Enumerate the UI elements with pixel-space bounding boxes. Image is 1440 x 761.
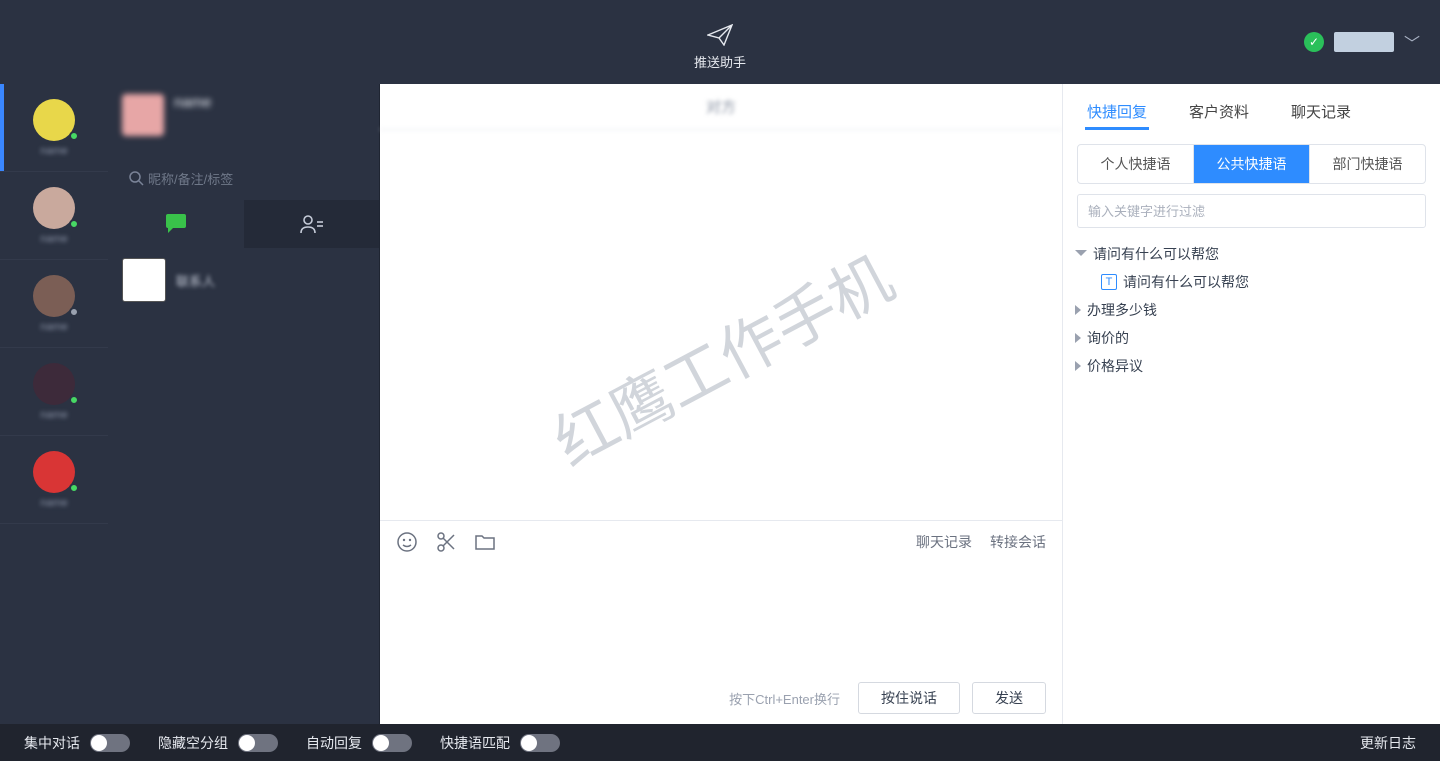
tree-node-collapsed[interactable]: 询价的 [1071, 324, 1432, 352]
avatar [33, 363, 75, 405]
send-hint: 按下Ctrl+Enter换行 [729, 689, 840, 708]
status-online-icon: ✓ [1304, 32, 1324, 52]
hold-to-talk-button[interactable]: 按住说话 [858, 682, 960, 714]
search-input[interactable] [122, 166, 365, 192]
tree-label: 请问有什么可以帮您 [1093, 244, 1219, 264]
side-panel: 快捷回复 客户资料 聊天记录 个人快捷语 公共快捷语 部门快捷语 请问有什么可以… [1062, 84, 1440, 724]
header-title: 推送助手 [694, 55, 746, 70]
account-item-5[interactable]: name [0, 436, 108, 524]
avatar [33, 275, 75, 317]
seg-public[interactable]: 公共快捷语 [1194, 145, 1310, 183]
watermark: 红鹰工作手机 [536, 229, 907, 483]
chat-history-link[interactable]: 聊天记录 [916, 532, 972, 552]
username-redacted [1334, 32, 1394, 52]
tab-contacts[interactable] [244, 200, 380, 248]
account-label: name [40, 145, 68, 157]
switch-icon[interactable] [90, 734, 130, 752]
account-item-4[interactable]: name [0, 348, 108, 436]
current-account-name: name [174, 94, 212, 111]
chat-toolbar: 聊天记录 转接会话 [380, 520, 1062, 562]
toggle-label: 集中对话 [24, 733, 80, 753]
tree-label: 价格异议 [1087, 356, 1143, 376]
tree-leaf[interactable]: T 请问有什么可以帮您 [1071, 268, 1432, 296]
tree-label: 办理多少钱 [1087, 300, 1157, 320]
switch-icon[interactable] [520, 734, 560, 752]
triangle-right-icon [1075, 333, 1081, 343]
triangle-right-icon [1075, 305, 1081, 315]
current-account-avatar [122, 94, 164, 136]
search-wrap [108, 162, 379, 200]
avatar [33, 99, 75, 141]
conversation-item[interactable]: 联系人 [108, 248, 379, 312]
toggle-hide-empty-groups[interactable]: 隐藏空分组 [158, 733, 278, 753]
avatar [33, 187, 75, 229]
quickphrase-filter [1077, 194, 1426, 228]
account-label: name [40, 409, 68, 421]
triangle-right-icon [1075, 361, 1081, 371]
chevron-down-icon[interactable]: ﹀ [1404, 30, 1420, 54]
folder-icon[interactable] [474, 532, 496, 552]
column-header: name [108, 84, 379, 162]
toggle-quickphrase-match[interactable]: 快捷语匹配 [440, 733, 560, 753]
tree-node-collapsed[interactable]: 办理多少钱 [1071, 296, 1432, 324]
header-user-block[interactable]: ✓ ﹀ [1304, 30, 1420, 54]
toggle-label: 快捷语匹配 [440, 733, 510, 753]
quickphrase-tree: 请问有什么可以帮您 T 请问有什么可以帮您 办理多少钱 询价的 价格异议 [1063, 236, 1440, 384]
message-input[interactable] [380, 562, 1062, 672]
quickphrase-segments: 个人快捷语 公共快捷语 部门快捷语 [1077, 144, 1426, 184]
tree-label: 询价的 [1087, 328, 1129, 348]
tab-chat-log[interactable]: 聊天记录 [1291, 84, 1351, 138]
seg-personal[interactable]: 个人快捷语 [1078, 145, 1194, 183]
emoji-icon[interactable] [396, 531, 418, 553]
account-label: name [40, 233, 68, 245]
accounts-strip: name name name name name [0, 84, 108, 724]
bottom-bar: 集中对话 隐藏空分组 自动回复 快捷语匹配 更新日志 [0, 724, 1440, 761]
search-icon [128, 170, 144, 186]
tree-node-expanded[interactable]: 请问有什么可以帮您 [1071, 240, 1432, 268]
tree-node-collapsed[interactable]: 价格异议 [1071, 352, 1432, 380]
filter-input[interactable] [1077, 194, 1426, 228]
update-log-link[interactable]: 更新日志 [1360, 733, 1416, 753]
chat-messages-area[interactable]: 红鹰工作手机 [380, 130, 1062, 520]
conversation-title: 联系人 [176, 271, 215, 290]
account-label: name [40, 497, 68, 509]
switch-icon[interactable] [372, 734, 412, 752]
account-item-2[interactable]: name [0, 172, 108, 260]
panel-tabs: 快捷回复 客户资料 聊天记录 [1063, 84, 1440, 138]
triangle-down-icon [1075, 250, 1087, 256]
contacts-icon [299, 213, 323, 235]
account-item-3[interactable]: name [0, 260, 108, 348]
conversation-tabs [108, 200, 379, 248]
scissors-icon[interactable] [436, 531, 456, 553]
switch-icon[interactable] [238, 734, 278, 752]
tab-chats[interactable] [108, 200, 244, 248]
avatar [33, 451, 75, 493]
text-icon: T [1101, 274, 1117, 290]
app-header: 推送助手 ✓ ﹀ [0, 0, 1440, 84]
chat-title: 对方 [380, 84, 1062, 130]
chat-pane: 对方 红鹰工作手机 聊天记录 转接会话 按下Ctrl+Enter换行 按住说话 … [380, 84, 1062, 724]
toggle-auto-reply[interactable]: 自动回复 [306, 733, 412, 753]
tab-customer-info[interactable]: 客户资料 [1189, 84, 1249, 138]
seg-department[interactable]: 部门快捷语 [1310, 145, 1425, 183]
account-label: name [40, 321, 68, 333]
account-item-1[interactable]: name [0, 84, 108, 172]
tree-label: 请问有什么可以帮您 [1123, 272, 1249, 292]
tab-quick-reply[interactable]: 快捷回复 [1087, 84, 1147, 138]
paper-plane-icon [707, 24, 733, 46]
toggle-label: 隐藏空分组 [158, 733, 228, 753]
toggle-label: 自动回复 [306, 733, 362, 753]
chat-actions: 按下Ctrl+Enter换行 按住说话 发送 [380, 672, 1062, 724]
send-button[interactable]: 发送 [972, 682, 1046, 714]
conversation-column: name 联系人 [108, 84, 380, 724]
conversation-avatar [122, 258, 166, 302]
toggle-focus-chat[interactable]: 集中对话 [24, 733, 130, 753]
transfer-session-link[interactable]: 转接会话 [990, 532, 1046, 552]
chat-bubble-icon [163, 212, 189, 236]
header-title-block[interactable]: 推送助手 [694, 24, 746, 72]
